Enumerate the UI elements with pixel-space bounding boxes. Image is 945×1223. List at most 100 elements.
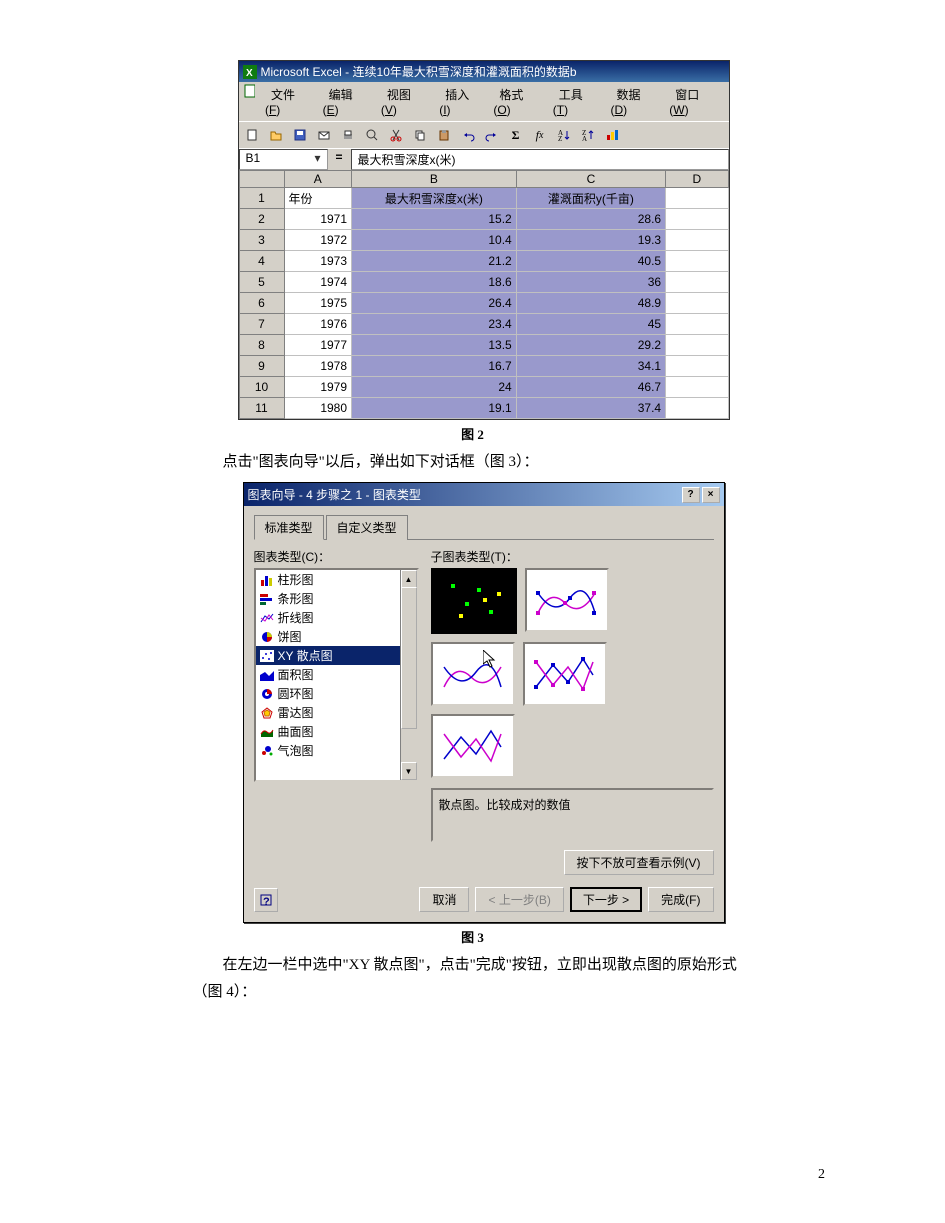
menu-window[interactable]: 窗口(W) bbox=[663, 84, 724, 119]
new-icon[interactable] bbox=[241, 124, 263, 146]
cell[interactable]: 26.4 bbox=[352, 293, 517, 314]
menu-insert[interactable]: 插入(I) bbox=[433, 84, 487, 119]
select-all-corner[interactable] bbox=[239, 171, 284, 188]
paste-icon[interactable] bbox=[433, 124, 455, 146]
col-header-B[interactable]: B bbox=[352, 171, 517, 188]
save-icon[interactable] bbox=[289, 124, 311, 146]
print-icon[interactable] bbox=[337, 124, 359, 146]
menu-tools[interactable]: 工具(T) bbox=[547, 84, 605, 119]
cell[interactable] bbox=[666, 251, 728, 272]
menu-file[interactable]: 文件(F) bbox=[259, 84, 317, 119]
cell[interactable]: 1974 bbox=[284, 272, 352, 293]
scroll-down-icon[interactable]: ▼ bbox=[401, 762, 417, 780]
back-button[interactable]: < 上一步(B) bbox=[475, 887, 563, 912]
row-header[interactable]: 10 bbox=[239, 377, 284, 398]
listbox-scrollbar[interactable]: ▲ ▼ bbox=[400, 570, 417, 780]
cell[interactable]: 10.4 bbox=[352, 230, 517, 251]
menu-edit[interactable]: 编辑(E) bbox=[317, 84, 375, 119]
cell[interactable] bbox=[666, 209, 728, 230]
cell[interactable]: 15.2 bbox=[352, 209, 517, 230]
cell[interactable] bbox=[666, 272, 728, 293]
cell[interactable]: 21.2 bbox=[352, 251, 517, 272]
help-icon[interactable]: ? bbox=[254, 888, 278, 912]
sub-chart-lines-nomarkers[interactable] bbox=[431, 714, 515, 778]
cell[interactable] bbox=[666, 230, 728, 251]
row-header[interactable]: 5 bbox=[239, 272, 284, 293]
cell[interactable]: 37.4 bbox=[516, 398, 665, 419]
excel-grid[interactable]: A B C D 1 年份 最大积雪深度x(米) 灌溉面积y(千亩) 219711… bbox=[239, 170, 729, 419]
cell[interactable]: 19.3 bbox=[516, 230, 665, 251]
cell[interactable]: 34.1 bbox=[516, 356, 665, 377]
cell[interactable]: 1973 bbox=[284, 251, 352, 272]
cell[interactable] bbox=[666, 188, 728, 209]
cell[interactable] bbox=[666, 314, 728, 335]
redo-icon[interactable] bbox=[481, 124, 503, 146]
cell[interactable]: 1971 bbox=[284, 209, 352, 230]
cell[interactable]: 1972 bbox=[284, 230, 352, 251]
cell[interactable]: 46.7 bbox=[516, 377, 665, 398]
col-header-A[interactable]: A bbox=[284, 171, 352, 188]
close-icon[interactable]: × bbox=[702, 487, 720, 503]
cell[interactable]: 灌溉面积y(千亩) bbox=[516, 188, 665, 209]
sum-icon[interactable]: Σ bbox=[505, 124, 527, 146]
chart-type-listbox[interactable]: 柱形图 条形图 折线图 饼图 XY 散点图 面积图 圆环图 雷达图 曲面图 气泡… bbox=[254, 568, 419, 782]
formula-value[interactable]: 最大积雪深度x(米) bbox=[351, 149, 729, 170]
name-box[interactable]: B1▾ bbox=[239, 149, 328, 170]
cell[interactable] bbox=[666, 335, 728, 356]
row-header[interactable]: 8 bbox=[239, 335, 284, 356]
scroll-up-icon[interactable]: ▲ bbox=[401, 570, 417, 588]
sub-chart-scatter-only[interactable] bbox=[431, 568, 517, 634]
cell[interactable]: 40.5 bbox=[516, 251, 665, 272]
cell[interactable]: 1980 bbox=[284, 398, 352, 419]
cell[interactable]: 最大积雪深度x(米) bbox=[352, 188, 517, 209]
tab-standard[interactable]: 标准类型 bbox=[254, 515, 324, 540]
row-header[interactable]: 3 bbox=[239, 230, 284, 251]
cell[interactable]: 1977 bbox=[284, 335, 352, 356]
cut-icon[interactable] bbox=[385, 124, 407, 146]
cell[interactable]: 24 bbox=[352, 377, 517, 398]
cell[interactable] bbox=[666, 356, 728, 377]
cell[interactable]: 19.1 bbox=[352, 398, 517, 419]
col-header-D[interactable]: D bbox=[666, 171, 728, 188]
cell[interactable]: 1978 bbox=[284, 356, 352, 377]
copy-icon[interactable] bbox=[409, 124, 431, 146]
cell[interactable]: 23.4 bbox=[352, 314, 517, 335]
cell[interactable]: 45 bbox=[516, 314, 665, 335]
row-header[interactable]: 1 bbox=[239, 188, 284, 209]
row-header[interactable]: 7 bbox=[239, 314, 284, 335]
sub-chart-smooth-nomarkers[interactable] bbox=[431, 642, 515, 706]
preview-sample-button[interactable]: 按下不放可查看示例(V) bbox=[564, 850, 714, 875]
cell[interactable]: 36 bbox=[516, 272, 665, 293]
sub-chart-lines-markers[interactable] bbox=[523, 642, 607, 706]
preview-icon[interactable] bbox=[361, 124, 383, 146]
sort-asc-icon[interactable]: AZ bbox=[553, 124, 575, 146]
help-button-icon[interactable]: ? bbox=[682, 487, 700, 503]
fx-icon[interactable]: fx bbox=[529, 124, 551, 146]
cell[interactable]: 年份 bbox=[284, 188, 352, 209]
undo-icon[interactable] bbox=[457, 124, 479, 146]
row-header[interactable]: 9 bbox=[239, 356, 284, 377]
sub-chart-smooth-markers[interactable] bbox=[525, 568, 609, 632]
col-header-C[interactable]: C bbox=[516, 171, 665, 188]
menu-format[interactable]: 格式(O) bbox=[487, 84, 546, 119]
scroll-thumb[interactable] bbox=[401, 587, 417, 729]
cell[interactable]: 1976 bbox=[284, 314, 352, 335]
cell[interactable]: 13.5 bbox=[352, 335, 517, 356]
sort-desc-icon[interactable]: ZA bbox=[577, 124, 599, 146]
tab-custom[interactable]: 自定义类型 bbox=[326, 515, 408, 540]
open-icon[interactable] bbox=[265, 124, 287, 146]
cell[interactable]: 48.9 bbox=[516, 293, 665, 314]
cell[interactable]: 28.6 bbox=[516, 209, 665, 230]
menu-view[interactable]: 视图(V) bbox=[375, 84, 433, 119]
menu-data[interactable]: 数据(D) bbox=[604, 84, 663, 119]
email-icon[interactable] bbox=[313, 124, 335, 146]
row-header[interactable]: 2 bbox=[239, 209, 284, 230]
row-header[interactable]: 11 bbox=[239, 398, 284, 419]
cell[interactable]: 18.6 bbox=[352, 272, 517, 293]
cell[interactable]: 1975 bbox=[284, 293, 352, 314]
row-header[interactable]: 4 bbox=[239, 251, 284, 272]
finish-button[interactable]: 完成(F) bbox=[648, 887, 713, 912]
cancel-button[interactable]: 取消 bbox=[419, 887, 469, 912]
row-header[interactable]: 6 bbox=[239, 293, 284, 314]
cell[interactable] bbox=[666, 398, 728, 419]
